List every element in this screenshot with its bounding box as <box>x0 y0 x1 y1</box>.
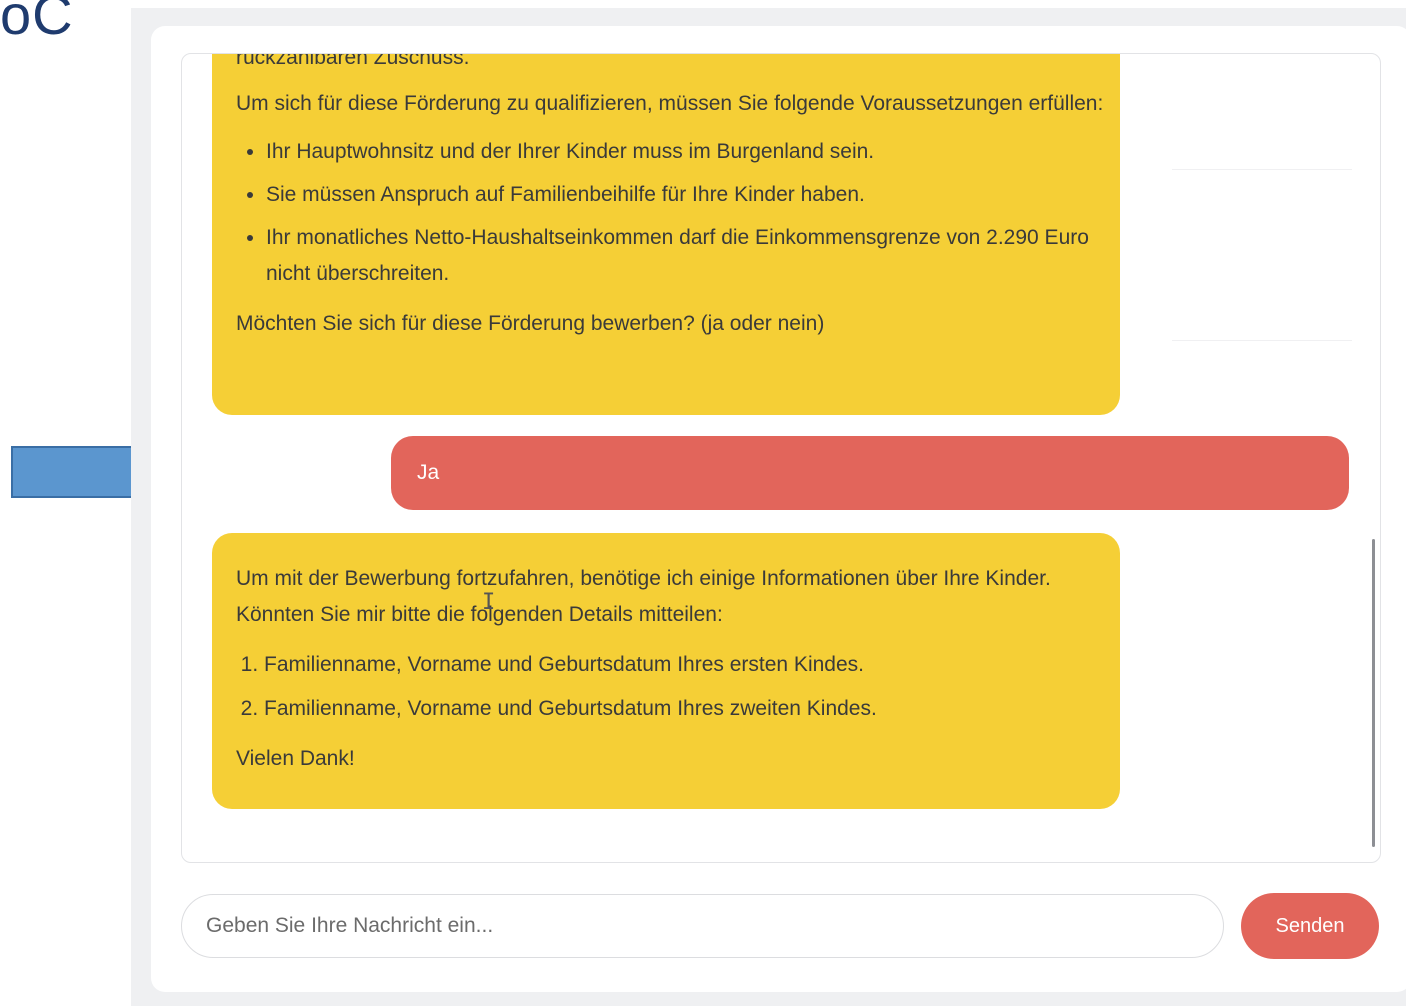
message-text: Um mit der Bewerbung fortzufahren, benöt… <box>236 567 1051 626</box>
details-list: Familienname, Vorname und Geburtsdatum I… <box>236 647 1096 727</box>
user-message: Ja <box>391 436 1349 510</box>
message-text: Ja <box>417 461 440 484</box>
list-item: Familienname, Vorname und Geburtsdatum I… <box>264 647 1096 683</box>
bot-message: rückzahlbaren Zuschuss. Um sich für dies… <box>212 53 1120 415</box>
list-item: Ihr Hauptwohnsitz und der Ihrer Kinder m… <box>266 134 1096 170</box>
list-item: Sie müssen Anspruch auf Familienbeihilfe… <box>266 177 1096 213</box>
message-text: rückzahlbaren Zuschuss. <box>236 53 470 69</box>
divider <box>1172 169 1352 170</box>
divider <box>1172 340 1352 341</box>
send-button[interactable]: Senden <box>1241 893 1379 959</box>
message-text: Möchten Sie sich für diese Förderung bew… <box>236 312 825 335</box>
app-screen: rückzahlbaren Zuschuss. Um sich für dies… <box>131 8 1406 1006</box>
list-item: Familienname, Vorname und Geburtsdatum I… <box>264 691 1096 727</box>
message-text: Um sich für diese Förderung zu qualifizi… <box>236 92 1104 115</box>
list-item: Ihr monatliches Netto-Haushaltseinkommen… <box>266 220 1096 292</box>
message-input[interactable] <box>181 894 1224 958</box>
message-text: Vielen Dank! <box>236 747 355 770</box>
message-list[interactable]: rückzahlbaren Zuschuss. Um sich für dies… <box>181 53 1381 863</box>
requirements-list: Ihr Hauptwohnsitz und der Ihrer Kinder m… <box>236 134 1096 292</box>
scrollbar[interactable] <box>1372 539 1375 847</box>
chat-panel: rückzahlbaren Zuschuss. Um sich für dies… <box>151 26 1406 992</box>
bot-message: Um mit der Bewerbung fortzufahren, benöt… <box>212 533 1120 809</box>
text-cursor-icon: I <box>482 590 496 615</box>
corner-label: oC <box>0 0 74 46</box>
